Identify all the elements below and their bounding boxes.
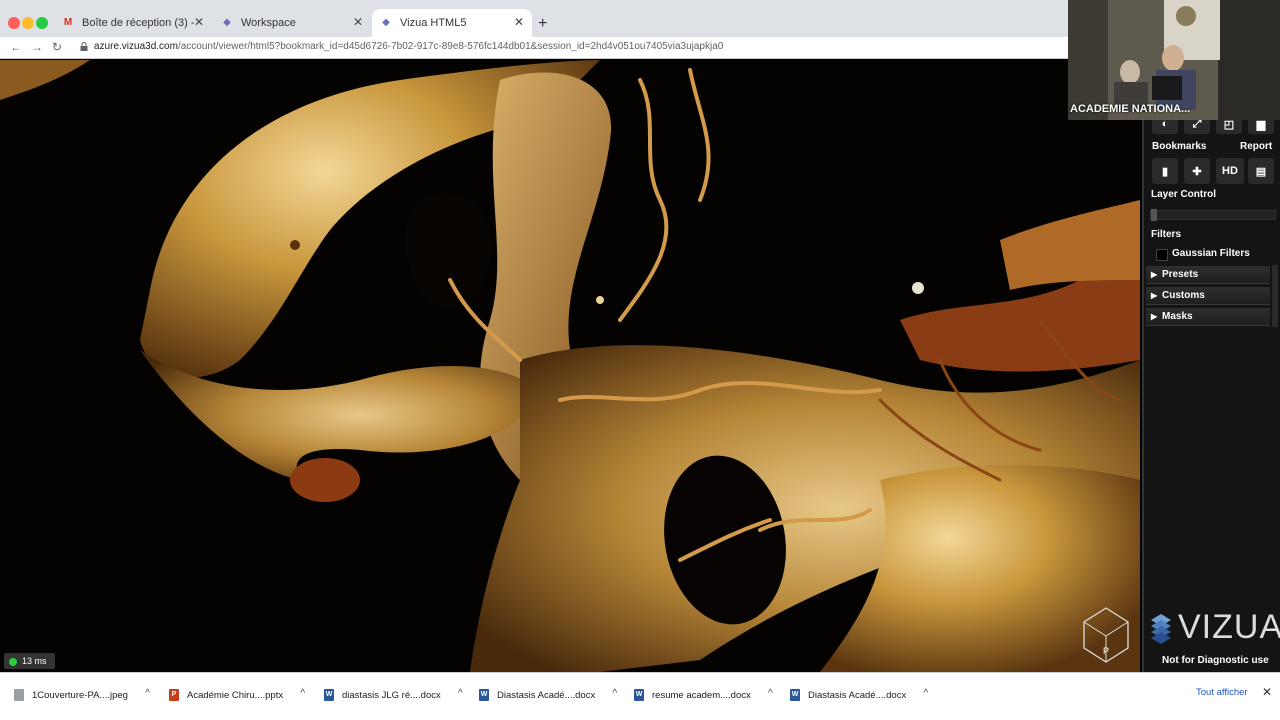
- vizua-logo-icon: [1151, 614, 1171, 644]
- close-tab-icon[interactable]: ✕: [194, 15, 204, 29]
- layer-control-label: Layer Control: [1151, 189, 1217, 200]
- download-item[interactable]: P Académie Chiru....pptx ^: [169, 687, 305, 703]
- tab-label: Workspace: [241, 17, 296, 29]
- screen: M Boîte de réception (3) - pascal ✕ ◆ Wo…: [0, 0, 1280, 720]
- word-file-icon: W: [634, 689, 644, 701]
- download-filename: Académie Chiru....pptx: [187, 689, 284, 701]
- download-item[interactable]: W Diastasis Acadé....docx ^: [790, 687, 928, 703]
- lock-icon: [80, 42, 88, 51]
- filters-label: Filters: [1151, 229, 1182, 240]
- gmail-icon: M: [63, 17, 73, 28]
- tab-gmail[interactable]: M Boîte de réception (3) - pascal ✕: [54, 9, 212, 37]
- expand-triangle-icon: ▶: [1151, 270, 1158, 279]
- accordion-label: Customs: [1162, 290, 1205, 301]
- diagnostic-disclaimer: Not for Diagnostic use: [1162, 655, 1269, 666]
- close-window-button[interactable]: [8, 17, 20, 29]
- url-field[interactable]: azure.vizua3d.com/account/viewer/html5?b…: [94, 41, 723, 52]
- tab-label: Vizua HTML5: [400, 17, 467, 29]
- word-file-icon: W: [790, 689, 800, 701]
- bookmark-icon[interactable]: ▮: [1152, 158, 1178, 184]
- add-bookmark-icon[interactable]: ✚: [1184, 158, 1210, 184]
- reload-icon[interactable]: ↻: [52, 40, 62, 54]
- accordion-customs[interactable]: ▶ Customs: [1146, 287, 1270, 305]
- powerpoint-file-icon: P: [169, 689, 179, 701]
- sidebar-scrollbar[interactable]: [1272, 265, 1278, 327]
- hd-toggle-button[interactable]: HD: [1216, 158, 1244, 184]
- download-filename: diastasis JLG ré....docx: [342, 689, 441, 701]
- bookmarks-label: Bookmarks: [1152, 141, 1207, 152]
- expand-triangle-icon: ▶: [1151, 291, 1158, 300]
- download-item[interactable]: W resume academ....docx ^: [634, 687, 773, 703]
- download-item[interactable]: 1Couverture-PA....jpeg ^: [14, 687, 150, 703]
- tab-label: Boîte de réception (3) - pascal: [82, 17, 198, 29]
- expand-triangle-icon: ▶: [1151, 312, 1158, 321]
- chevron-up-icon[interactable]: ^: [300, 688, 305, 699]
- word-file-icon: W: [479, 689, 489, 701]
- download-filename: Diastasis Acadé....docx: [497, 689, 596, 701]
- layer-slider[interactable]: [1150, 209, 1276, 221]
- download-item[interactable]: W diastasis JLG ré....docx ^: [324, 687, 463, 703]
- chevron-up-icon[interactable]: ^: [613, 688, 618, 699]
- accordion-masks[interactable]: ▶ Masks: [1146, 308, 1270, 326]
- vizua-icon: ◆: [382, 17, 390, 28]
- show-all-downloads-link[interactable]: Tout afficher: [1196, 687, 1248, 698]
- tools-sidebar: ◐ ⤢ ◰ ▆ Bookmarks Report ▮ ✚ HD ▤ Layer …: [1142, 60, 1280, 672]
- report-icon[interactable]: ▤: [1248, 158, 1274, 184]
- word-file-icon: W: [324, 689, 334, 701]
- forward-icon[interactable]: →: [31, 40, 43, 54]
- participant-name: ACADEMIE NATIONA...: [1070, 103, 1191, 115]
- url-host: azure.vizua3d.com: [94, 41, 178, 52]
- download-item[interactable]: W Diastasis Acadé....docx ^: [479, 687, 617, 703]
- gaussian-filter-checkbox[interactable]: [1156, 249, 1168, 261]
- orientation-cube-icon[interactable]: P: [1082, 606, 1130, 664]
- slider-handle[interactable]: [1151, 209, 1157, 221]
- report-label: Report: [1240, 141, 1273, 152]
- close-tab-icon[interactable]: ✕: [353, 15, 363, 29]
- close-tab-icon[interactable]: ✕: [514, 15, 524, 29]
- orientation-label: P: [1103, 646, 1109, 656]
- skull-base-render: [0, 60, 1140, 672]
- tab-bar: M Boîte de réception (3) - pascal ✕ ◆ Wo…: [0, 7, 1068, 37]
- frame-time-indicator: 13 ms: [4, 653, 55, 669]
- downloads-bar: 1Couverture-PA....jpeg ^ P Académie Chir…: [0, 672, 1280, 720]
- webcam-scene: [1068, 0, 1280, 120]
- minimize-window-button[interactable]: [22, 17, 34, 29]
- chevron-up-icon[interactable]: ^: [924, 688, 929, 699]
- download-filename: 1Couverture-PA....jpeg: [32, 689, 128, 701]
- address-bar: ← → ↻ azure.vizua3d.com/account/viewer/h…: [0, 37, 1068, 59]
- url-path: /account/viewer/html5?bookmark_id=d45d67…: [177, 41, 724, 52]
- back-icon[interactable]: ←: [10, 40, 22, 54]
- chevron-up-icon[interactable]: ^: [145, 688, 150, 699]
- tab-workspace[interactable]: ◆ Workspace ✕: [213, 9, 371, 37]
- status-dot-icon: [9, 658, 17, 666]
- gaussian-filters-label: Gaussian Filters: [1172, 248, 1250, 259]
- download-filename: Diastasis Acadé....docx: [808, 689, 907, 701]
- chevron-up-icon[interactable]: ^: [458, 688, 463, 699]
- accordion-label: Masks: [1162, 311, 1193, 322]
- maximize-window-button[interactable]: [36, 17, 48, 29]
- close-icon[interactable]: ✕: [1262, 685, 1272, 699]
- chevron-up-icon[interactable]: ^: [768, 688, 773, 699]
- tab-vizua-html5[interactable]: ◆ Vizua HTML5 ✕: [372, 9, 532, 37]
- download-filename: resume academ....docx: [652, 689, 751, 701]
- webcam-video: ACADEMIE NATIONA...: [1068, 0, 1280, 120]
- vizua-icon: ◆: [223, 17, 231, 28]
- image-file-icon: [14, 689, 24, 701]
- new-tab-button[interactable]: +: [538, 15, 547, 33]
- accordion-label: Presets: [1162, 269, 1199, 280]
- volume-render-viewport[interactable]: 13 ms P: [0, 60, 1140, 672]
- accordion-presets[interactable]: ▶ Presets: [1146, 266, 1270, 284]
- frame-time-text: 13 ms: [22, 656, 47, 666]
- window-titlebar: [0, 0, 1068, 7]
- logo-text: VIZUA: [1178, 608, 1280, 646]
